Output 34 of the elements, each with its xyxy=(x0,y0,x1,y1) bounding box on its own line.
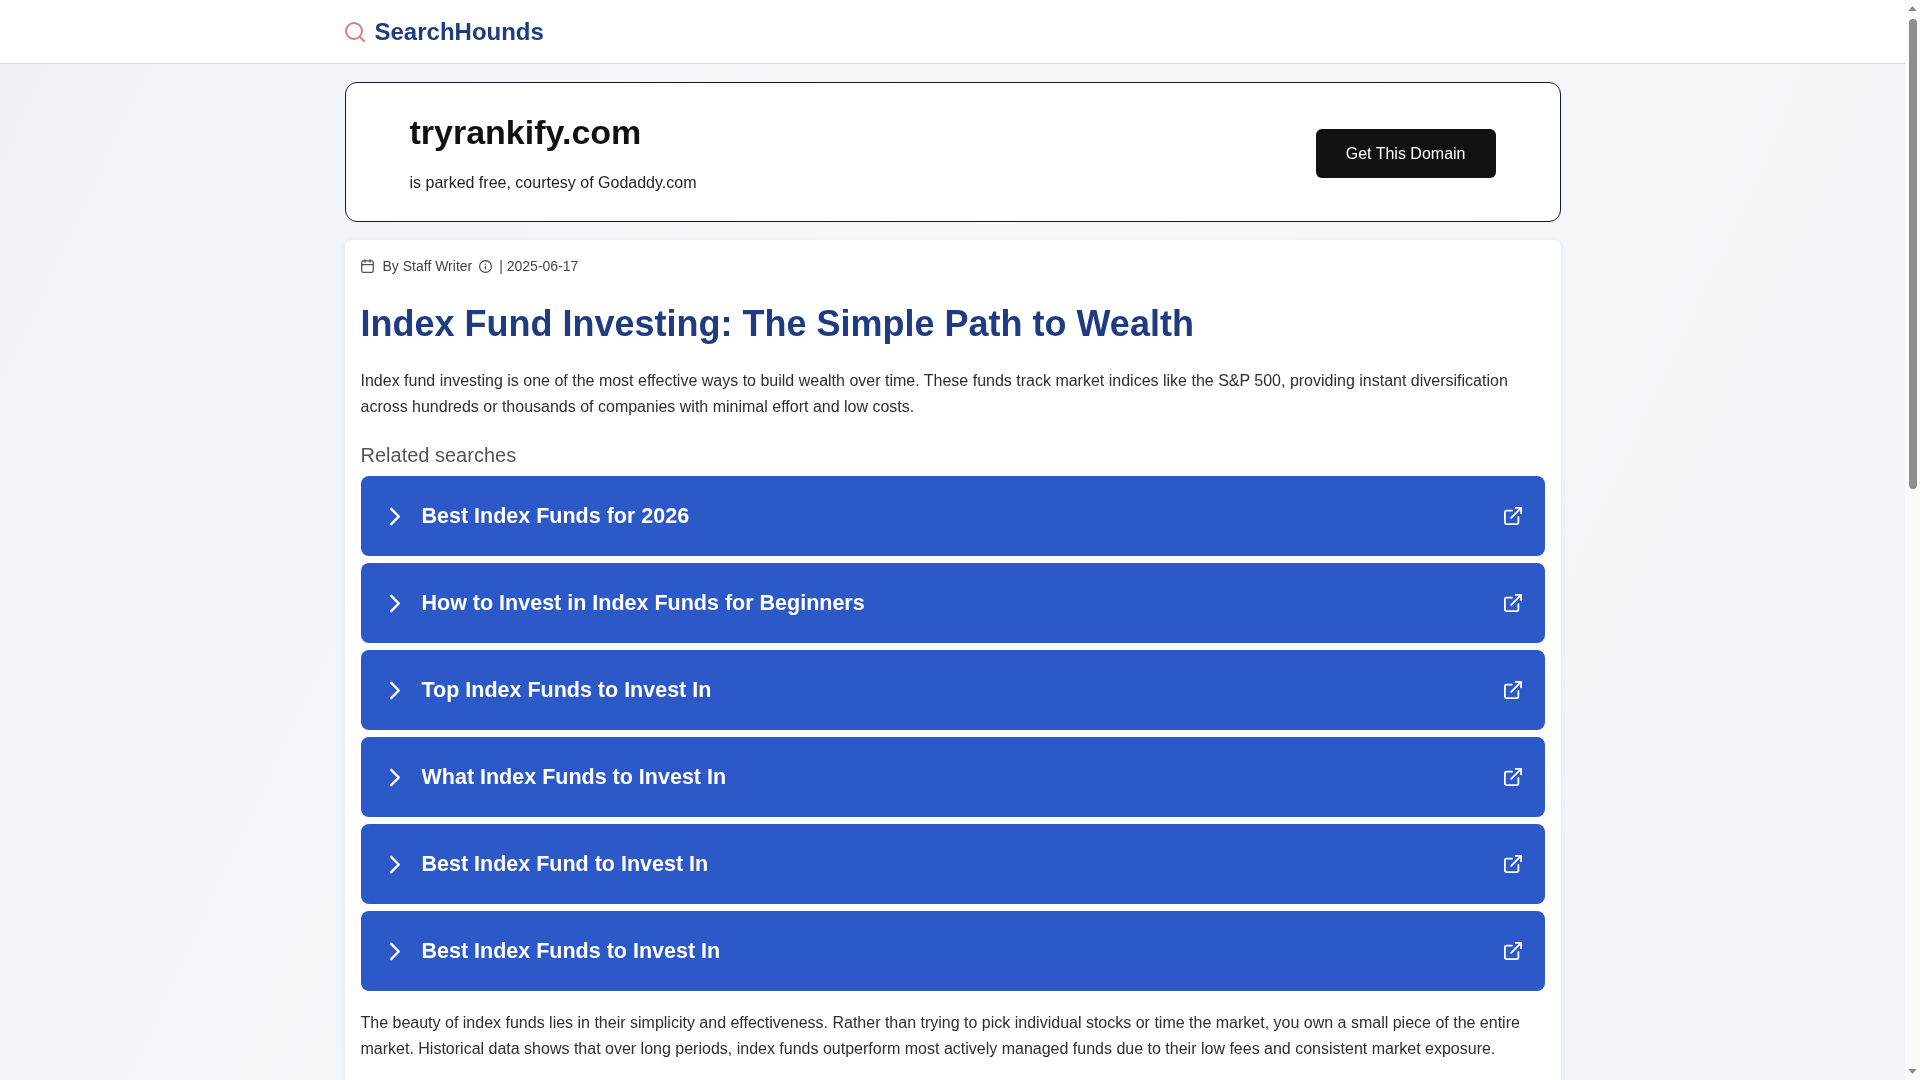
external-link-icon xyxy=(1503,507,1522,526)
calendar-icon xyxy=(360,259,374,273)
related-search-link[interactable]: Best Index Fund to Invest In xyxy=(360,824,1545,905)
get-domain-button[interactable]: Get This Domain xyxy=(1315,129,1496,178)
chevron-right-icon xyxy=(388,680,401,700)
external-link-icon xyxy=(1503,768,1522,787)
chevron-right-icon xyxy=(388,506,401,526)
related-searches-heading: Related searches xyxy=(360,443,518,469)
external-link-icon xyxy=(1503,855,1522,874)
date-text: | 2025-06-17 xyxy=(499,257,579,276)
scroll-down-icon[interactable] xyxy=(1908,1069,1917,1074)
related-search-link[interactable]: How to Invest in Index Funds for Beginners xyxy=(360,563,1545,644)
info-icon xyxy=(479,259,493,273)
related-search-link[interactable]: Top Index Funds to Invest In xyxy=(360,650,1545,731)
external-link-icon xyxy=(1503,942,1522,961)
external-link-icon xyxy=(1503,681,1522,700)
search-icon xyxy=(344,21,365,42)
chevron-right-icon xyxy=(388,767,401,787)
chevron-right-icon xyxy=(388,854,401,874)
related-search-link[interactable]: Best Index Funds to Invest In xyxy=(360,911,1545,992)
domain-name: tryrankify.com xyxy=(409,112,643,152)
scroll-up-icon[interactable] xyxy=(1908,6,1917,11)
chevron-right-icon xyxy=(388,593,401,613)
logo-link[interactable]: SearchHounds xyxy=(374,15,544,48)
external-link-icon xyxy=(1503,594,1522,613)
article-title: Index Fund Investing: The Simple Path to Wealth xyxy=(360,304,1195,344)
parked-subtitle: is parked free, courtesy of Godaddy.com xyxy=(409,173,697,193)
intro-paragraph: Index fund investing is one of the most effective ways to build wealth over time. These funds track market indices like the S&P 500, providing instant diversification across hundreds or thousands of companies with minimal effort and low costs. xyxy=(360,371,1509,417)
scrollbar-thumb[interactable] xyxy=(1908,19,1917,489)
related-search-link[interactable]: Best Index Funds for 2026 xyxy=(360,476,1545,557)
chevron-right-icon xyxy=(388,941,401,961)
related-search-link[interactable]: What Index Funds to Invest In xyxy=(360,737,1545,818)
body-paragraph: The beauty of index funds lies in their simplicity and effectiveness. Rather than trying to pick individual stocks or time the market, you own a small piece of the entire market. Historical data shows that over long periods, index funds outperform most actively managed funds due to their low fees and consistent market exposure. xyxy=(360,1013,1521,1059)
author-text: By Staff Writer xyxy=(382,257,473,276)
